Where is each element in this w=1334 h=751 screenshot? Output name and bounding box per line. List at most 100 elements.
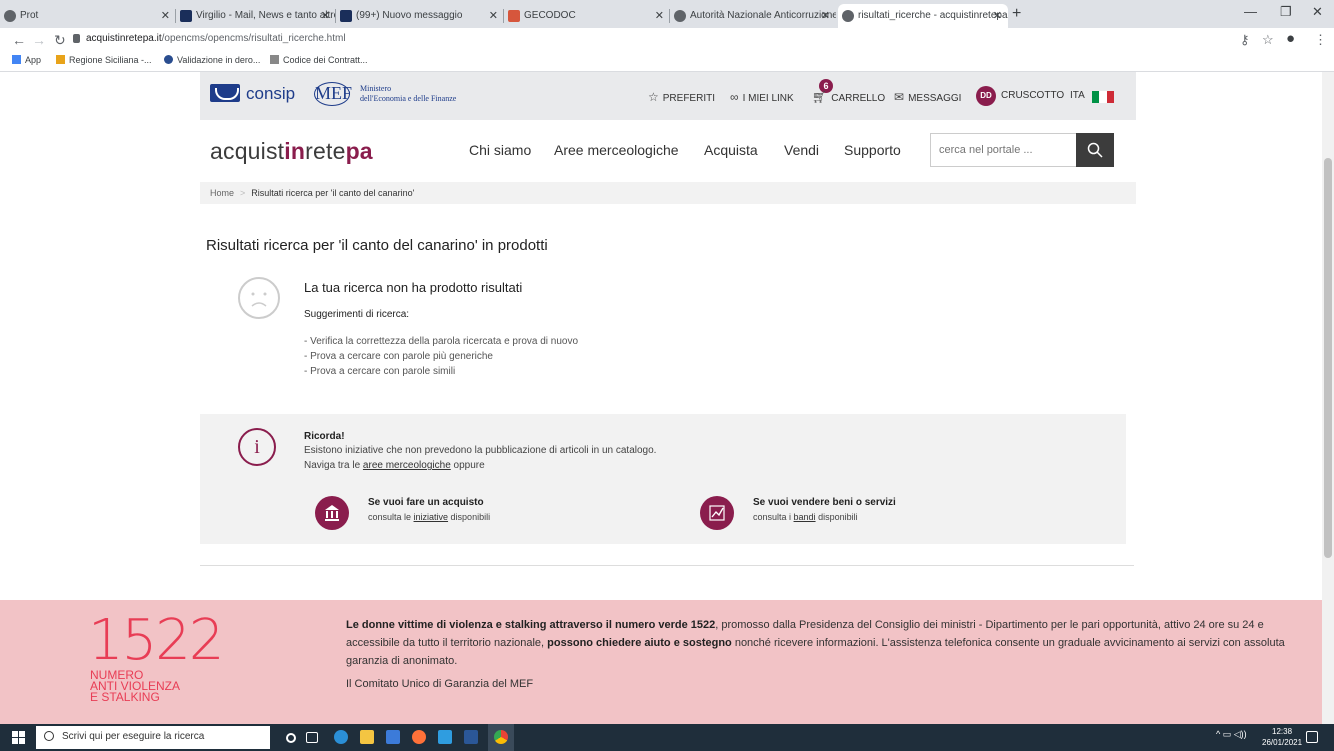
cart-icon: 🛒︎ <box>812 90 828 104</box>
page-title: Risultati ricerca per 'il canto del cana… <box>206 237 548 254</box>
tab-messaggio[interactable]: (99+) Nuovo messaggio ✕ <box>336 4 504 28</box>
mef-label: Ministero dell'Economia e delle Finanze <box>360 84 457 103</box>
codice-icon <box>270 55 279 64</box>
chrome-icon <box>494 730 508 744</box>
menu-icon[interactable]: ⋮ <box>1314 32 1327 48</box>
key-icon[interactable]: ⚷ <box>1240 32 1250 48</box>
notifications-icon[interactable] <box>1306 731 1318 743</box>
buy-title: Se vuoi fare un acquisto <box>368 497 484 508</box>
list-item: - Prova a cercare con parole più generic… <box>304 351 493 362</box>
number-1522: 1522 <box>88 608 225 673</box>
bookmark-app[interactable]: App <box>12 55 41 65</box>
aree-merceologiche-link[interactable]: aree merceologiche <box>363 460 451 471</box>
taskbar-search[interactable]: Scrivi qui per eseguire la ricerca <box>36 726 270 749</box>
chart-icon[interactable] <box>700 496 734 530</box>
link-icon: ∞ <box>730 90 739 104</box>
edge-icon[interactable] <box>334 730 348 744</box>
new-tab-button[interactable]: + <box>1012 4 1021 24</box>
cug-link[interactable]: Il Comitato Unico di Garanzia del MEF <box>346 678 533 690</box>
clock[interactable]: 12:38 26/01/2021 <box>1262 726 1302 748</box>
nav-acquista[interactable]: Acquista <box>704 142 758 158</box>
close-icon[interactable]: ✕ <box>655 4 664 28</box>
sell-text: consulta i bandi disponibili <box>753 512 858 522</box>
avatar[interactable]: DD <box>976 86 996 106</box>
lock-icon <box>73 34 80 43</box>
close-icon[interactable]: ✕ <box>161 4 170 28</box>
windows-taskbar: Scrivi qui per eseguire la ricerca ^ ▭ ◁… <box>0 724 1334 751</box>
miei-link[interactable]: ∞ I MIEI LINK <box>730 90 794 104</box>
search-button[interactable] <box>1076 133 1114 167</box>
main-nav: acquistinretepa Chi siamo Aree merceolog… <box>200 120 1136 180</box>
breadcrumb-home[interactable]: Home <box>210 188 234 198</box>
breadcrumb-separator: > <box>240 188 246 198</box>
mail-icon[interactable] <box>438 730 452 744</box>
footer-label-stalking: E STALKING <box>90 690 160 704</box>
nav-aree-merceologiche[interactable]: Aree merceologiche <box>554 142 679 158</box>
reload-icon[interactable]: ↻ <box>54 31 66 49</box>
task-view-icon[interactable] <box>306 732 318 743</box>
back-icon[interactable]: ← <box>12 31 26 49</box>
breadcrumb: Home > Risultati ricerca per 'il canto del… <box>200 182 1136 204</box>
close-window-button[interactable]: ✕ <box>1312 4 1323 20</box>
bank-icon[interactable] <box>315 496 349 530</box>
breadcrumb-current: Risultati ricerca per 'il canto del cana… <box>251 188 415 198</box>
tab-risultati[interactable]: risultati_ricerche - acquistinretepa ✕ <box>838 4 1008 28</box>
screen: Prot ✕ Virgilio - Mail, News e tanto altr… <box>0 0 1334 751</box>
close-icon[interactable]: ✕ <box>489 4 498 28</box>
consip-logo-icon[interactable] <box>210 84 240 102</box>
url-field[interactable]: acquistinretepa.it/opencms/opencms/risul… <box>86 33 346 44</box>
bookmark-codice[interactable]: Codice dei Contratt... <box>270 55 368 65</box>
gecodoc-icon <box>508 10 520 22</box>
cortana-icon[interactable] <box>286 733 296 743</box>
page: consip MEF Ministero dell'Economia e dell… <box>0 72 1334 724</box>
virgilio-icon <box>180 10 192 22</box>
word-icon[interactable] <box>464 730 478 744</box>
carrello-link[interactable]: 🛒︎ CARRELLO <box>812 90 885 104</box>
messaggi-link[interactable]: ✉ MESSAGGI <box>894 90 961 104</box>
suggestions-list: - Verifica la correttezza della parola r… <box>304 334 578 379</box>
store-icon[interactable] <box>386 730 400 744</box>
system-tray-icons[interactable]: ^ ▭ ◁)) <box>1216 729 1247 740</box>
search-input[interactable] <box>930 133 1076 167</box>
close-icon[interactable]: ✕ <box>993 4 1002 28</box>
consip-logo-text[interactable]: consip <box>246 84 295 104</box>
tab-virgilio[interactable]: Virgilio - Mail, News e tanto altro ✕ <box>176 4 336 28</box>
close-icon[interactable]: ✕ <box>321 4 330 28</box>
windows-start-icon[interactable] <box>12 731 26 745</box>
tab-gecodoc[interactable]: GECODOC ✕ <box>504 4 670 28</box>
cruscotto-link[interactable]: CRUSCOTTO <box>1001 90 1064 101</box>
list-item: - Verifica la correttezza della parola r… <box>304 336 579 347</box>
browser-tabbar: Prot ✕ Virgilio - Mail, News e tanto altr… <box>0 0 1334 28</box>
close-icon[interactable]: ✕ <box>821 4 830 28</box>
iniziative-link[interactable]: iniziative <box>414 512 449 522</box>
nav-vendi[interactable]: Vendi <box>784 142 819 158</box>
tab-anac[interactable]: Autorità Nazionale Anticorruzione ✕ <box>670 4 836 28</box>
bookmark-validazione[interactable]: Validazione in dero... <box>164 55 260 65</box>
restore-button[interactable]: ❐ <box>1280 4 1292 20</box>
footer-1522-banner: 1522 NUMERO ANTI VIOLENZA E STALKING Le … <box>0 600 1322 724</box>
scrollbar-thumb[interactable] <box>1324 158 1332 558</box>
language-selector[interactable]: ITA <box>1070 90 1085 101</box>
mef-logo[interactable]: MEF <box>314 82 352 106</box>
minimize-button[interactable]: — <box>1244 4 1257 19</box>
reminder-text: Esistono iniziative che non prevedono la… <box>304 445 657 456</box>
tab-prot[interactable]: Prot ✕ <box>0 4 176 28</box>
chrome-taskbar-item[interactable] <box>488 724 514 751</box>
firefox-icon[interactable] <box>412 730 426 744</box>
search-icon <box>1087 142 1103 158</box>
nav-supporto[interactable]: Supporto <box>844 142 901 158</box>
bookmark-regione[interactable]: Regione Siciliana -... <box>56 55 152 65</box>
preferiti-link[interactable]: ☆ PREFERITI <box>648 90 715 104</box>
profile-icon[interactable]: ● <box>1286 30 1295 47</box>
nav-chi-siamo[interactable]: Chi siamo <box>469 142 531 158</box>
address-bar: ← → ↻ acquistinretepa.it/opencms/opencms… <box>0 28 1334 52</box>
file-explorer-icon[interactable] <box>360 730 374 744</box>
globe-icon <box>674 10 686 22</box>
italian-flag-icon[interactable] <box>1092 91 1114 103</box>
scrollbar[interactable] <box>1322 72 1334 724</box>
list-item: - Prova a cercare con parole simili <box>304 366 456 377</box>
forward-icon[interactable]: → <box>32 31 46 49</box>
bandi-link[interactable]: bandi <box>794 512 816 522</box>
star-icon[interactable]: ☆ <box>1262 32 1274 48</box>
brand-logo[interactable]: acquistinretepa <box>210 138 373 165</box>
